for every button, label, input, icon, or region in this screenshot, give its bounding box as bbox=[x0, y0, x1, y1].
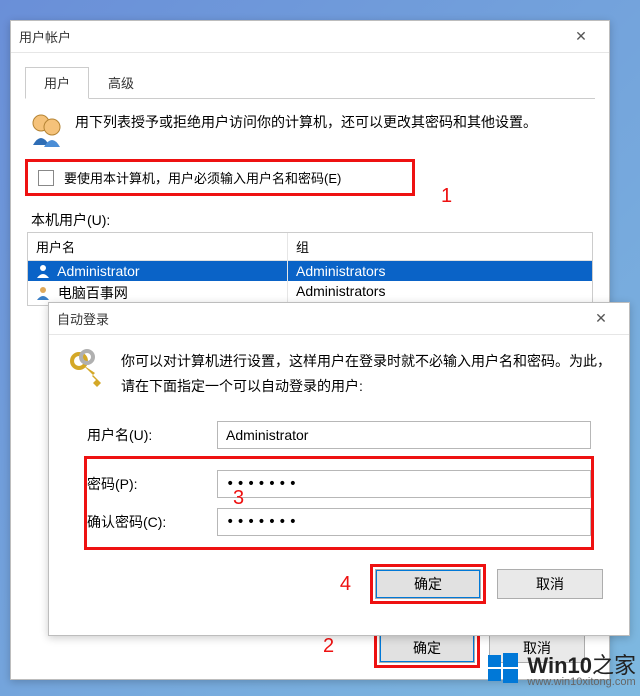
table-row[interactable]: Administrator Administrators bbox=[28, 261, 592, 281]
cell-username: 电脑百事网 bbox=[58, 285, 128, 301]
user-icon bbox=[36, 286, 50, 300]
watermark-suffix: 之家 bbox=[592, 653, 636, 678]
annotation-2: 2 bbox=[323, 635, 334, 658]
ok-button[interactable]: 确定 bbox=[379, 633, 475, 663]
cell-username: Administrator bbox=[57, 263, 139, 279]
description-text: 用下列表授予或拒绝用户访问你的计算机，还可以更改其密码和其他设置。 bbox=[75, 111, 591, 147]
tabs: 用户 高级 bbox=[25, 67, 595, 99]
username-field[interactable] bbox=[217, 421, 591, 449]
table-header: 用户名 组 bbox=[28, 233, 592, 261]
watermark-brand: Win10 bbox=[527, 653, 592, 678]
annotation-1: 1 bbox=[441, 185, 452, 208]
window-title: 用户帐户 bbox=[19, 27, 561, 46]
window-title: 自动登录 bbox=[57, 309, 581, 328]
keys-icon bbox=[67, 349, 107, 389]
username-label: 用户名(U): bbox=[87, 425, 217, 445]
user-icon bbox=[36, 264, 50, 278]
watermark: Win10之家 www.win10xitong.com bbox=[487, 648, 636, 688]
cell-group: Administrators bbox=[288, 261, 592, 281]
password-row: 密码(P): bbox=[87, 470, 591, 498]
cancel-button[interactable]: 取消 bbox=[497, 569, 603, 599]
auto-login-dialog: 自动登录 ✕ 你可以对计算机进行设置，这样用户在登录时就不必输入用户名和密码。为… bbox=[48, 302, 630, 636]
confirm-password-label: 确认密码(C): bbox=[87, 512, 217, 532]
tab-advanced[interactable]: 高级 bbox=[89, 67, 153, 98]
col-group[interactable]: 组 bbox=[288, 233, 592, 260]
username-row: 用户名(U): bbox=[87, 421, 591, 449]
users-list-label: 本机用户(U): bbox=[31, 210, 595, 230]
password-group: 密码(P): 确认密码(C): bbox=[87, 459, 591, 547]
confirm-password-field[interactable] bbox=[217, 508, 591, 536]
ok-button[interactable]: 确定 bbox=[375, 569, 481, 599]
users-icon bbox=[29, 111, 65, 147]
require-password-checkbox-row[interactable]: 要使用本计算机，用户必须输入用户名和密码(E) bbox=[25, 159, 415, 196]
checkbox-label: 要使用本计算机，用户必须输入用户名和密码(E) bbox=[64, 168, 341, 187]
users-table: 用户名 组 Administrator Administrators 电脑百事 bbox=[27, 232, 593, 306]
password-field[interactable] bbox=[217, 470, 591, 498]
auto-login-buttons: 4 确定 取消 bbox=[67, 569, 603, 599]
watermark-url: www.win10xitong.com bbox=[527, 676, 636, 688]
close-icon[interactable]: ✕ bbox=[561, 23, 601, 51]
close-icon[interactable]: ✕ bbox=[581, 305, 621, 333]
password-label: 密码(P): bbox=[87, 474, 217, 494]
tab-users[interactable]: 用户 bbox=[25, 67, 89, 99]
titlebar: 自动登录 ✕ bbox=[49, 303, 629, 335]
checkbox-icon[interactable] bbox=[38, 170, 54, 186]
windows-logo-icon bbox=[487, 652, 519, 684]
col-username[interactable]: 用户名 bbox=[28, 233, 288, 260]
annotation-4: 4 bbox=[340, 573, 351, 596]
titlebar: 用户帐户 ✕ bbox=[11, 21, 609, 53]
auto-login-description: 你可以对计算机进行设置，这样用户在登录时就不必输入用户名和密码。为此，请在下面指… bbox=[121, 349, 611, 399]
confirm-password-row: 确认密码(C): bbox=[87, 508, 591, 536]
